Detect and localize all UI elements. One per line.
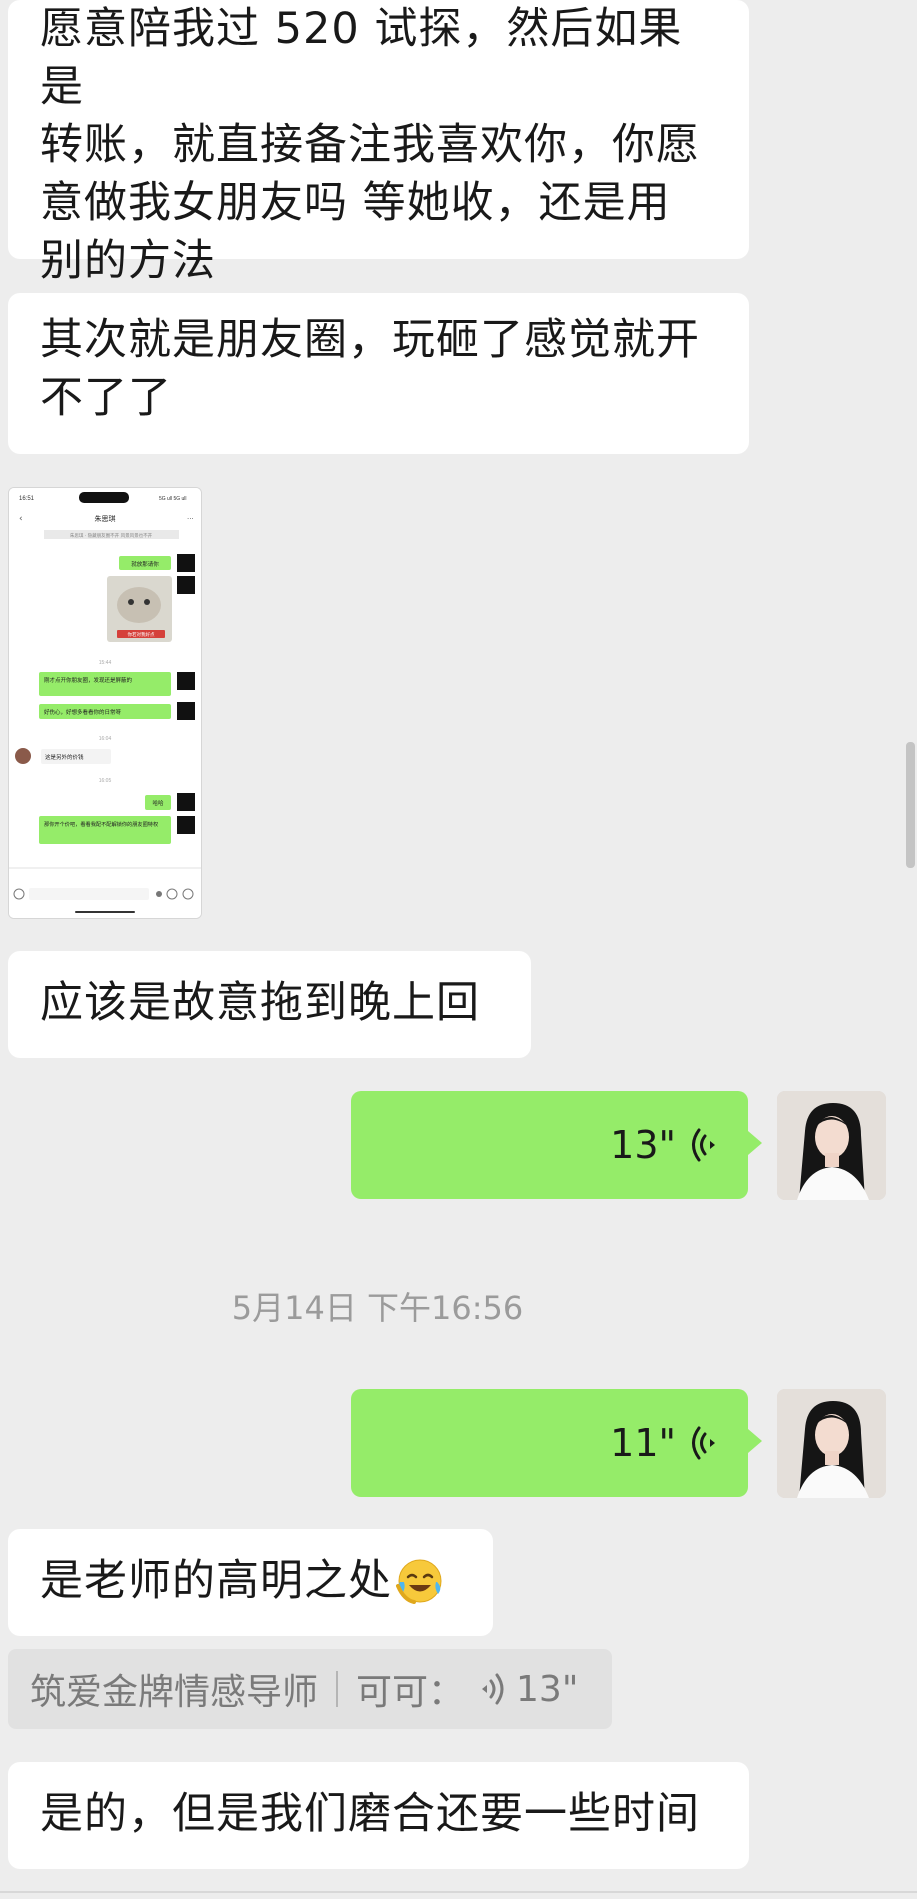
message-line: 其次就是朋友圈，玩砸了感觉就开 [40,315,700,365]
message-bubble-incoming[interactable]: 应该是故意拖到晚上回 [8,951,531,1058]
message-line: 别的方法 [40,236,216,286]
image-message-screenshot[interactable]: 16:51 5G ull 5G ull ‹ 朱思琪 ··· 朱思琪 · 隐藏朋友… [8,487,202,919]
message-text: 是的，但是我们磨合还要一些时间 [40,1789,700,1839]
cry-laugh-emoji-icon [396,1559,442,1604]
screenshot-notice: 朱思琪 · 隐藏朋友圈不开 风景风景也不开 [70,532,153,539]
divider [0,1891,917,1893]
avatar-portrait [777,1091,886,1200]
voice-waves-icon [692,1128,715,1162]
message-text: 应该是故意拖到晚上回 [40,978,480,1028]
user-avatar[interactable] [777,1091,886,1200]
screenshot-msg: 好伤心，好想多看看你的日常呀 [44,708,122,716]
voice-duration: 11" [610,1421,676,1465]
screenshot-msg: 哈哈 [152,799,164,807]
user-avatar[interactable] [777,1389,886,1498]
status-right: 5G ull 5G ull [159,496,187,502]
message-bubble-incoming[interactable]: 是老师的高明之处 [8,1529,493,1636]
more-icon: ··· [187,515,194,523]
quote-duration: 13" [516,1668,579,1710]
screenshot-sticker-caption: 你若对我好点 [128,631,155,638]
screenshot-msg: 刚才点开你朋友圈，发现还是屏蔽的 [44,676,133,684]
status-time: 16:51 [19,496,35,502]
screenshot-contact: 朱思琪 [95,514,116,523]
quoted-voice-reference[interactable]: 筑爱金牌情感导师 可可： 13" [8,1649,612,1729]
voice-waves-icon [480,1672,506,1706]
back-icon: ‹ [19,514,23,524]
avatar-portrait [777,1389,886,1498]
quote-name: 可可： [356,1672,465,1713]
quote-divider [336,1671,339,1707]
message-line: 转账，就直接备注我喜欢你，你愿 [40,120,700,170]
quote-sender: 筑爱金牌情感导师 [30,1672,319,1713]
voice-waves-icon [692,1426,715,1460]
screenshot-msg: 那你开个价吧，看看我配不配解锁你的朋友圈特权 [44,820,159,828]
screenshot-time: 16:05 [99,778,112,784]
message-bubble-incoming[interactable]: 其次就是朋友圈，玩砸了感觉就开 不了了 [8,293,749,454]
message-bubble-incoming[interactable]: 愿意陪我过 520 试探，然后如果是 转账，就直接备注我喜欢你，你愿 意做我女朋… [8,0,749,286]
screenshot-time: 16:04 [99,736,112,742]
screenshot-time: 15:44 [99,660,112,666]
scrollbar-thumb[interactable] [906,742,915,868]
chat-screenshot-thumbnail: 16:51 5G ull 5G ull ‹ 朱思琪 ··· 朱思琪 · 隐藏朋友… [9,488,201,918]
voice-message-bubble[interactable]: 11" [351,1389,762,1497]
message-line: 意做我女朋友吗 等她收，还是用 [40,178,671,228]
voice-duration: 13" [610,1123,676,1167]
message-line: 愿意陪我过 520 试探，然后如果是 [40,4,683,112]
screenshot-msg: 就放那请你 [131,560,159,568]
screenshot-msg: 这是另外的价钱 [45,753,84,761]
message-line: 不了了 [40,373,172,423]
message-text: 是老师的高明之处 [40,1556,392,1606]
voice-message-bubble[interactable]: 13" [351,1091,762,1199]
message-bubble-incoming[interactable]: 是的，但是我们磨合还要一些时间 [8,1762,749,1869]
chat-timestamp: 5月14日 下午16:56 [231,1289,524,1327]
